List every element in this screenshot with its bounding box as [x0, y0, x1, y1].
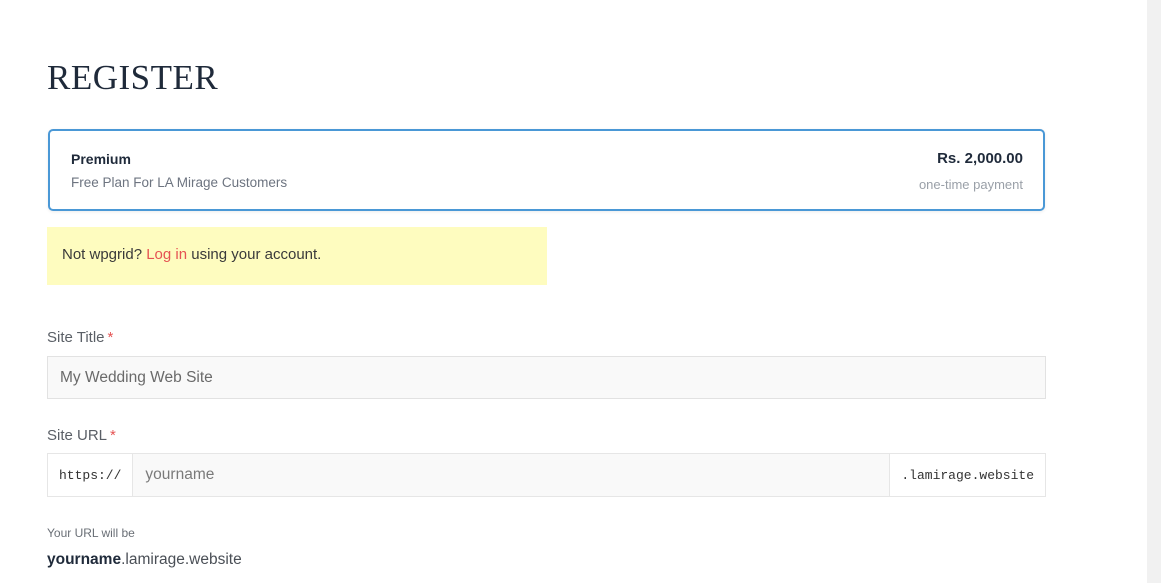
url-preview: yourname.lamirage.website [47, 551, 242, 569]
login-notice: Not wpgrid? Log in using your account. [47, 227, 547, 285]
plan-description: Free Plan For LA Mirage Customers [71, 175, 288, 190]
url-protocol-prefix: https:// [48, 454, 134, 496]
url-domain-suffix: .lamirage.website [889, 454, 1045, 496]
plan-price: Rs. 2,000.00 [937, 150, 1023, 167]
scrollbar-track[interactable] [1147, 0, 1161, 583]
plan-card[interactable]: Premium Free Plan For LA Mirage Customer… [48, 129, 1045, 211]
site-url-group: https:// .lamirage.website [47, 453, 1046, 497]
plan-name: Premium [71, 151, 131, 167]
url-preview-name: yourname [47, 551, 122, 568]
required-marker: * [110, 427, 116, 444]
site-url-label: Site URL * [47, 427, 116, 444]
required-marker: * [107, 329, 114, 346]
login-link[interactable]: Log in [146, 246, 187, 263]
url-preview-domain: .lamirage.website [121, 551, 242, 568]
site-url-label-text: Site URL [47, 427, 108, 444]
site-url-input[interactable] [133, 454, 890, 496]
notice-prefix: Not wpgrid? [62, 246, 147, 263]
plan-term: one-time payment [918, 177, 1023, 192]
site-title-input[interactable] [47, 356, 1046, 399]
site-title-label: Site Title * [47, 329, 113, 346]
url-hint: Your URL will be [47, 526, 135, 540]
page-title: REGISTER [47, 58, 219, 97]
site-title-label-text: Site Title [47, 329, 105, 346]
notice-suffix: using your account. [187, 246, 322, 263]
